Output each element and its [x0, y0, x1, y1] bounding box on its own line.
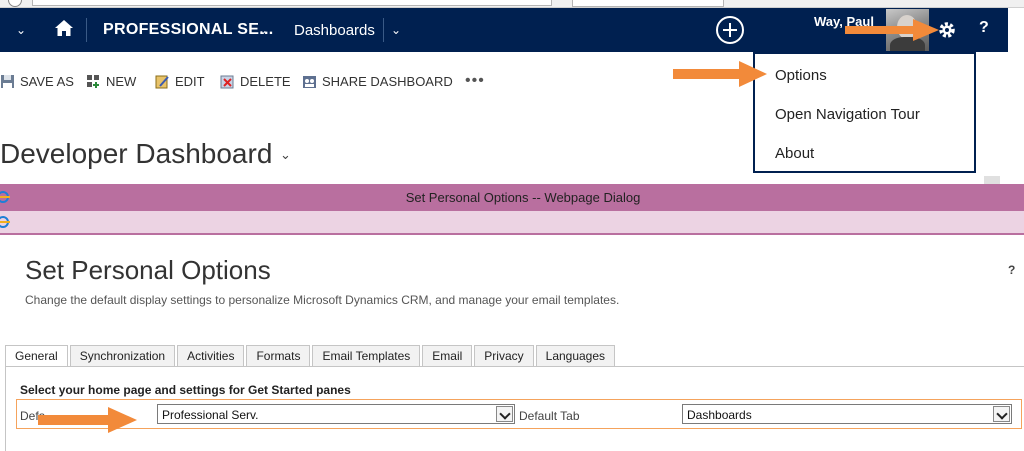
tab-formats[interactable]: Formats — [246, 345, 311, 367]
tab-activities[interactable]: Activities — [177, 345, 245, 367]
area-chevron-down-icon[interactable]: ⌄ — [258, 23, 268, 37]
dialog-title-bar: Set Personal Options -- Webpage Dialog — [0, 184, 1024, 211]
chevron-down-icon[interactable] — [993, 406, 1010, 422]
section-title: Select your home page and settings for G… — [20, 383, 351, 397]
menu-item-about[interactable]: About — [775, 145, 814, 162]
ie-page-icon — [0, 216, 10, 228]
default-tab-value: Dashboards — [687, 408, 752, 422]
menu-item-options[interactable]: Options — [775, 67, 827, 84]
browser-address-bar[interactable] — [32, 0, 552, 6]
callout-arrow-icon — [845, 19, 939, 41]
default-pane-row: Defa Professional Serv. Default Tab Dash… — [16, 399, 1022, 429]
dashboard-chevron-down-icon[interactable]: ⌄ — [280, 147, 291, 163]
tab-general[interactable]: General — [5, 345, 68, 368]
save-as-button[interactable]: SAVE AS — [0, 74, 74, 89]
tab-privacy[interactable]: Privacy — [474, 345, 534, 367]
save-icon — [1, 75, 14, 88]
browser-back-button[interactable] — [8, 0, 22, 7]
dialog-description: Change the default display settings to p… — [25, 293, 620, 307]
default-tab-label: Default Tab — [519, 409, 580, 423]
more-commands-icon[interactable]: ••• — [465, 72, 485, 90]
delete-icon — [220, 75, 234, 89]
share-icon — [303, 76, 316, 88]
chevron-down-icon[interactable] — [496, 406, 513, 422]
edit-icon — [155, 75, 169, 89]
browser-tab[interactable] — [572, 0, 724, 7]
default-pane-select[interactable]: Professional Serv. — [157, 404, 515, 424]
options-tabs: General Synchronization Activities Forma… — [5, 345, 617, 368]
dialog-heading: Set Personal Options — [25, 255, 271, 285]
home-icon[interactable] — [54, 18, 74, 38]
delete-button[interactable]: DELETE — [220, 74, 291, 89]
tab-synchronization[interactable]: Synchronization — [69, 345, 176, 367]
nav-subarea-label[interactable]: Dashboards — [294, 22, 375, 39]
nav-chevron-down-icon[interactable]: ⌄ — [16, 23, 26, 37]
nav-divider — [86, 18, 87, 42]
page-title: Developer Dashboard — [0, 138, 273, 169]
dialog-window-title: Set Personal Options -- Webpage Dialog — [405, 190, 641, 205]
settings-dropdown-menu: Options Open Navigation Tour About — [753, 52, 976, 173]
tab-languages[interactable]: Languages — [535, 345, 616, 367]
dialog-help-icon[interactable]: ? — [1008, 263, 1015, 277]
subarea-chevron-down-icon[interactable]: ⌄ — [391, 23, 401, 37]
callout-arrow-icon — [38, 407, 137, 433]
dialog-body: Set Personal Options ? Change the defaul… — [0, 237, 1024, 451]
new-grid-icon — [87, 75, 99, 88]
new-button[interactable]: NEW — [86, 74, 136, 89]
help-icon[interactable]: ? — [979, 19, 989, 37]
callout-arrow-icon — [673, 61, 767, 87]
share-dashboard-label: SHARE DASHBOARD — [322, 74, 453, 89]
nav-area-label[interactable]: PROFESSIONAL SE... — [103, 21, 273, 39]
nav-divider — [383, 18, 384, 42]
dialog-address-bar — [0, 211, 1024, 235]
default-pane-value: Professional Serv. — [162, 408, 259, 422]
browser-chrome — [0, 0, 1024, 8]
menu-item-navigation-tour[interactable]: Open Navigation Tour — [775, 106, 920, 123]
new-label: NEW — [106, 74, 137, 89]
page-scrollbar[interactable] — [984, 176, 1000, 184]
save-as-label: SAVE AS — [20, 74, 74, 89]
gear-icon[interactable] — [937, 20, 957, 40]
delete-label: DELETE — [240, 74, 291, 89]
edit-button[interactable]: EDIT — [155, 74, 205, 89]
command-bar: SAVE AS NEW EDIT DELETE SHARE DASHBOARD … — [0, 52, 760, 114]
tab-email[interactable]: Email — [422, 345, 473, 367]
create-record-plus-icon[interactable] — [716, 16, 744, 44]
default-tab-select[interactable]: Dashboards — [682, 404, 1012, 424]
tab-email-templates[interactable]: Email Templates — [312, 345, 421, 367]
share-dashboard-button[interactable]: SHARE DASHBOARD — [302, 74, 453, 89]
edit-label: EDIT — [175, 74, 205, 89]
general-tab-panel: Select your home page and settings for G… — [5, 366, 1024, 451]
